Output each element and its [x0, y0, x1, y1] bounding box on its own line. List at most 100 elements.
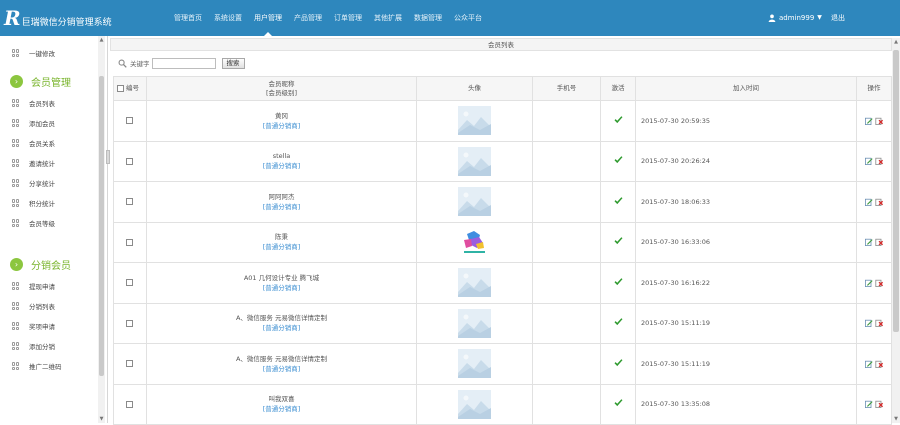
- row-checkbox[interactable]: [125, 279, 133, 287]
- ops-cell: [856, 302, 892, 344]
- checkmark-icon: [614, 156, 622, 164]
- edit-icon[interactable]: [865, 117, 873, 125]
- sidebar-scrollbar[interactable]: ▲ ▼: [98, 36, 105, 423]
- user-menu[interactable]: admin999 ▼: [768, 0, 822, 36]
- active-cell: [600, 181, 636, 223]
- avatar[interactable]: [458, 268, 491, 298]
- sidebar-item-1-1[interactable]: 分销列表: [12, 300, 55, 312]
- chevron-down-icon: ▼: [817, 14, 822, 21]
- member-level-link[interactable]: [普通分销商]: [147, 283, 416, 293]
- avatar[interactable]: [458, 308, 491, 338]
- ops-cell: [856, 181, 892, 223]
- avatar[interactable]: [458, 349, 491, 379]
- edit-icon[interactable]: [865, 238, 873, 247]
- scrollbar-thumb[interactable]: [893, 50, 899, 332]
- logout-link[interactable]: 退出: [831, 0, 845, 36]
- main-nav: 管理首页 系统设置 用户管理 产品管理 订单管理 其他扩展 数据管理 公众平台: [168, 0, 488, 36]
- logo[interactable]: R 巨瑞微信分销管理系统: [4, 6, 112, 30]
- sidebar-item-1-3[interactable]: 添加分销: [12, 340, 55, 352]
- member-level-link[interactable]: [普通分销商]: [147, 364, 416, 374]
- sidebar-item-0-4[interactable]: 分享统计: [12, 177, 55, 189]
- row-checkbox[interactable]: [125, 198, 133, 206]
- sidebar-item-label: 邀请统计: [29, 160, 55, 168]
- search-input[interactable]: [151, 57, 216, 69]
- delete-icon[interactable]: [875, 157, 883, 166]
- nav-item-0[interactable]: 管理首页: [168, 0, 208, 36]
- sidebar-item-0-1[interactable]: 添加会员: [12, 117, 55, 129]
- sidebar-item-1-2[interactable]: 奖项申请: [12, 320, 55, 332]
- search-bar: 关键字 搜索: [118, 57, 245, 69]
- sidebar-item-0-2[interactable]: 会员关系: [12, 137, 55, 149]
- scroll-up-icon[interactable]: ▲: [892, 38, 900, 46]
- sidebar-item-label: 提现申请: [29, 283, 55, 291]
- nav-item-1[interactable]: 系统设置: [208, 0, 248, 36]
- main-content: 会员列表 关键字 搜索 编号 会员昵称 [会员级别] 头像 手机号 激活 加入时…: [110, 36, 900, 425]
- select-all-checkbox[interactable]: [117, 84, 124, 92]
- avatar[interactable]: [458, 389, 491, 419]
- member-level-link[interactable]: [普通分销商]: [147, 404, 416, 414]
- phone-cell: [532, 383, 601, 425]
- avatar[interactable]: [458, 187, 491, 217]
- delete-icon[interactable]: [875, 279, 883, 287]
- table-row: 黄冈 [普通分销商] 2015-07-30 20:59:35: [113, 100, 892, 142]
- chevron-right-circle-icon: ›: [10, 74, 23, 88]
- sidebar-item-1-4[interactable]: 推广二维码: [12, 360, 62, 372]
- row-select-cell: [113, 181, 147, 223]
- avatar[interactable]: [458, 146, 491, 176]
- nav-item-6[interactable]: 数据管理: [408, 0, 448, 36]
- edit-icon[interactable]: [865, 279, 873, 287]
- search-button[interactable]: 搜索: [221, 57, 245, 69]
- avatar[interactable]: [458, 106, 491, 136]
- row-checkbox[interactable]: [125, 238, 133, 246]
- joined-time: 2015-07-30 16:16:22: [635, 262, 857, 304]
- edit-icon[interactable]: [865, 400, 873, 409]
- sidebar-item-label: 会员关系: [29, 140, 55, 148]
- main-scrollbar[interactable]: ▲ ▼: [892, 38, 900, 423]
- nav-item-3[interactable]: 产品管理: [288, 0, 328, 36]
- avatar[interactable]: [458, 227, 491, 257]
- scroll-down-icon[interactable]: ▼: [892, 415, 900, 423]
- phone-cell: [532, 100, 601, 142]
- sidebar-item-0-5[interactable]: 积分统计: [12, 197, 55, 209]
- scrollbar-thumb[interactable]: [99, 76, 104, 376]
- edit-icon[interactable]: [865, 360, 873, 368]
- nav-item-4[interactable]: 订单管理: [328, 0, 368, 36]
- delete-icon[interactable]: [875, 117, 883, 125]
- edit-icon[interactable]: [865, 157, 873, 166]
- image-placeholder-icon: [458, 146, 491, 176]
- row-checkbox[interactable]: [125, 157, 133, 165]
- sidebar-section-distributors[interactable]: › 分销会员: [10, 256, 71, 272]
- nav-item-7[interactable]: 公众平台: [448, 0, 488, 36]
- delete-icon[interactable]: [875, 360, 883, 368]
- edit-icon[interactable]: [865, 319, 873, 328]
- row-checkbox[interactable]: [125, 360, 133, 368]
- scroll-down-icon[interactable]: ▼: [98, 415, 105, 423]
- user-icon: [768, 14, 776, 22]
- member-nickname: 阿阿阿杰: [268, 192, 295, 201]
- nav-item-2[interactable]: 用户管理: [248, 0, 288, 36]
- row-checkbox[interactable]: [125, 117, 133, 125]
- member-nickname: stella: [272, 152, 291, 161]
- delete-icon[interactable]: [875, 198, 883, 206]
- delete-icon[interactable]: [875, 319, 883, 328]
- row-checkbox[interactable]: [125, 319, 133, 327]
- edit-icon[interactable]: [865, 198, 873, 206]
- delete-icon[interactable]: [875, 400, 883, 409]
- sidebar-item-0-0[interactable]: 会员列表: [12, 97, 55, 109]
- member-level-link[interactable]: [普通分销商]: [147, 242, 416, 252]
- image-placeholder-icon: [458, 187, 491, 217]
- nav-item-5[interactable]: 其他扩展: [368, 0, 408, 36]
- sidebar-item-0-6[interactable]: 会员等级: [12, 217, 55, 229]
- member-level-link[interactable]: [普通分销商]: [147, 323, 416, 333]
- delete-icon[interactable]: [875, 238, 883, 247]
- scroll-up-icon[interactable]: ▲: [98, 36, 105, 44]
- sidebar-item-1-0[interactable]: 提现申请: [12, 280, 55, 292]
- sidebar-item-quick-edit[interactable]: 一键修改: [12, 47, 55, 59]
- member-level-link[interactable]: [普通分销商]: [147, 121, 416, 131]
- sidebar-section-members[interactable]: › 会员管理: [10, 73, 71, 89]
- column-header-index: 编号: [113, 76, 147, 101]
- member-level-link[interactable]: [普通分销商]: [147, 161, 416, 171]
- row-checkbox[interactable]: [125, 400, 133, 408]
- sidebar-item-0-3[interactable]: 邀请统计: [12, 157, 55, 169]
- member-level-link[interactable]: [普通分销商]: [147, 202, 416, 212]
